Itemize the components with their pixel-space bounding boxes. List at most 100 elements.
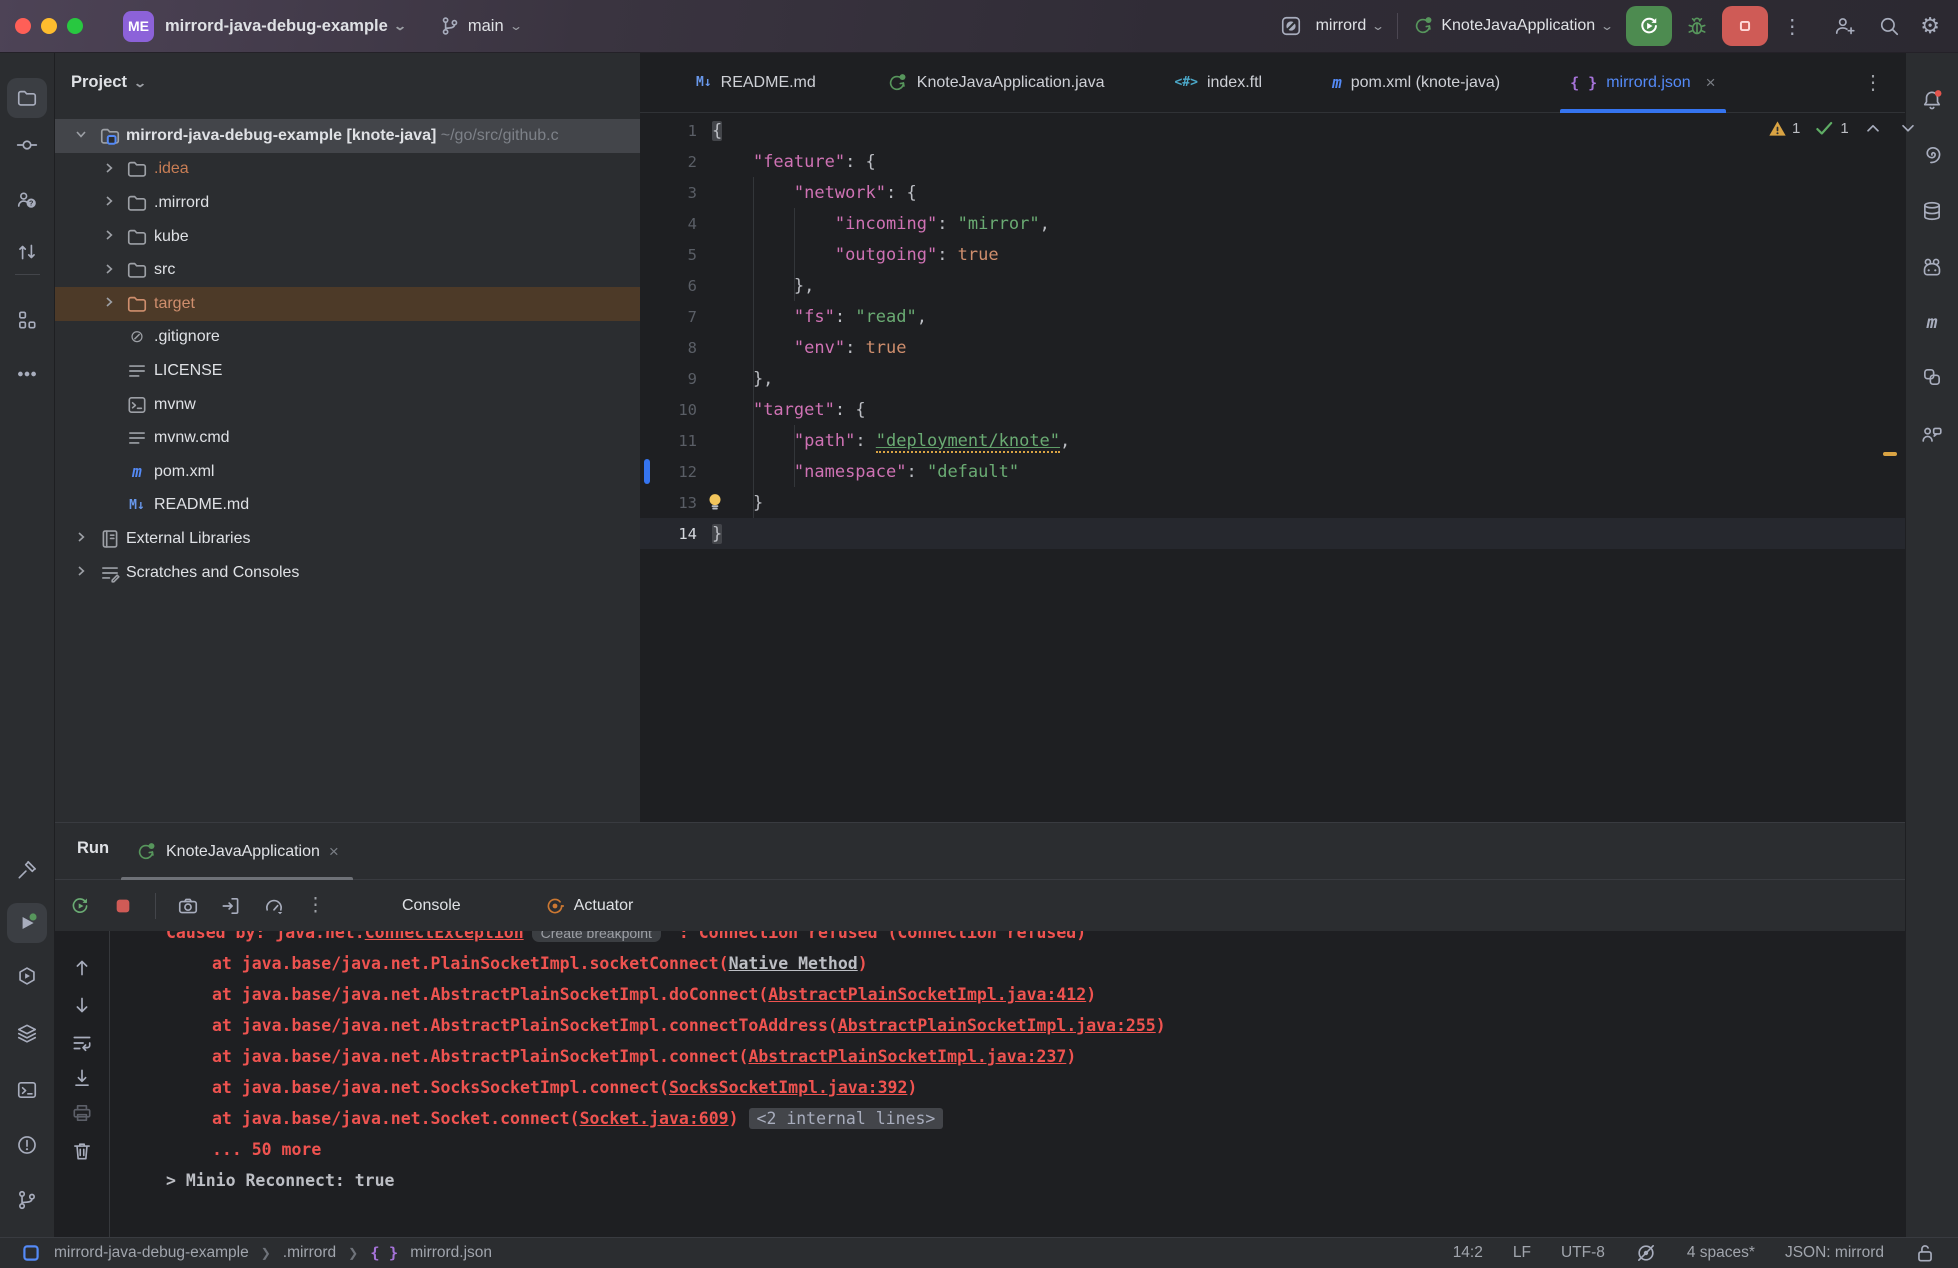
code-line-3[interactable]: 3 "network": {	[640, 177, 1905, 208]
console-line[interactable]: at java.base/java.net.AbstractPlainSocke…	[111, 1010, 1905, 1041]
problems-tool-button[interactable]	[7, 1125, 47, 1165]
chevron-right-icon[interactable]	[71, 529, 91, 548]
users-help-tool-button[interactable]: ?	[7, 180, 47, 220]
tree-item-readme-md[interactable]: M↓README.md	[55, 489, 640, 523]
rerun-run-icon[interactable]	[69, 895, 91, 917]
code-line-14[interactable]: 14}	[640, 518, 1905, 549]
console-line[interactable]: at java.base/java.net.SocksSocketImpl.co…	[111, 1072, 1905, 1103]
run-config-selector[interactable]: KnoteJavaApplication ⌄	[1412, 15, 1612, 37]
editor-tab-readme-md[interactable]: M↓README.md	[692, 53, 820, 113]
chevron-right-icon[interactable]	[99, 294, 119, 313]
console-line[interactable]: Caused by: java.net.ConnectExceptionCrea…	[111, 931, 1905, 948]
mirrord-disabled-icon[interactable]	[1635, 1242, 1657, 1264]
tab-options-icon[interactable]: ⋮	[1863, 70, 1883, 95]
mirrord-logo-icon[interactable]	[1280, 15, 1302, 37]
console-line[interactable]: at java.base/java.net.AbstractPlainSocke…	[111, 979, 1905, 1010]
build-hammer-tool-button[interactable]	[7, 850, 47, 890]
kebab-icon[interactable]: ⋮	[306, 894, 325, 917]
ai-swirl-tool-button[interactable]	[1912, 135, 1952, 175]
run-tab[interactable]: KnoteJavaApplication ×	[135, 823, 339, 880]
code-line-11[interactable]: 11 "path": "deployment/knote",	[640, 425, 1905, 456]
chevron-right-icon[interactable]	[99, 160, 119, 179]
status-indent-style[interactable]: 4 spaces*	[1687, 1244, 1755, 1262]
tree-item-mirrord-java-debug-example[interactable]: mirrord-java-debug-example [knote-java] …	[55, 119, 640, 153]
database-tool-button[interactable]	[1912, 191, 1952, 231]
rerun-button[interactable]	[1626, 6, 1672, 46]
camera-icon[interactable]	[177, 895, 199, 917]
chevron-down-icon[interactable]	[71, 126, 91, 145]
gauge-icon[interactable]	[263, 895, 285, 917]
console-line[interactable]: ... 50 more	[111, 1134, 1905, 1165]
structure-tool-button[interactable]	[7, 300, 47, 340]
tree-item-license[interactable]: LICENSE	[55, 354, 640, 388]
status-line-ending[interactable]: LF	[1513, 1244, 1531, 1262]
services-tool-button[interactable]	[7, 956, 47, 996]
scroll-end-icon[interactable]	[71, 1067, 93, 1089]
intention-bulb-icon[interactable]	[703, 490, 727, 519]
stack-trace-link[interactable]: SocksSocketImpl.java:392	[669, 1078, 907, 1097]
stack-trace-link[interactable]: Socket.java:609	[580, 1109, 729, 1128]
console-view-tab[interactable]: Console	[402, 897, 461, 915]
commit-tool-button[interactable]	[7, 125, 47, 165]
editor-tab-pom-xml-knote-java-[interactable]: mpom.xml (knote-java)	[1328, 53, 1504, 113]
editor-tab-index-ftl[interactable]: <#>index.ftl	[1170, 53, 1266, 113]
editor-tab-mirrord-json[interactable]: { }mirrord.json×	[1566, 53, 1720, 113]
soft-wrap-icon[interactable]	[71, 1032, 93, 1054]
minimize-window-button[interactable]	[41, 18, 57, 34]
close-icon[interactable]: ×	[329, 842, 339, 862]
stack-trace-link[interactable]: ConnectException	[365, 931, 524, 942]
pull-request-tool-button[interactable]	[7, 232, 47, 272]
chevron-right-icon[interactable]	[99, 193, 119, 212]
console-line[interactable]: at java.base/java.net.PlainSocketImpl.so…	[111, 948, 1905, 979]
breadcrumb-item[interactable]: .mirrord	[283, 1244, 336, 1262]
project-badge[interactable]: ME	[123, 11, 154, 42]
code-line-4[interactable]: 4 "incoming": "mirror",	[640, 208, 1905, 239]
debug-bug-icon[interactable]	[1686, 15, 1708, 37]
thread-dump-icon[interactable]	[220, 895, 242, 917]
code-line-5[interactable]: 5 "outgoing": true	[640, 239, 1905, 270]
terminal-tool-button[interactable]	[7, 1070, 47, 1110]
branch-selector[interactable]: main ⌄	[439, 15, 521, 37]
tree-item-mvnw[interactable]: mvnw	[55, 388, 640, 422]
project-selector[interactable]: mirrord-java-debug-example ⌄	[165, 17, 405, 36]
tree-item-external-libraries[interactable]: External Libraries	[55, 522, 640, 556]
settings-gear-icon[interactable]: ⚙	[1920, 13, 1940, 39]
stop-button[interactable]	[1722, 6, 1768, 46]
printer-icon[interactable]	[71, 1102, 93, 1124]
code-line-10[interactable]: 10 "target": {	[640, 394, 1905, 425]
stack-trace-link[interactable]: AbstractPlainSocketImpl.java:237	[748, 1047, 1066, 1066]
more-actions-icon[interactable]: ⋮	[1782, 14, 1802, 39]
tree-item-pom-xml[interactable]: mpom.xml	[55, 455, 640, 489]
breadcrumb-item[interactable]: mirrord-java-debug-example	[54, 1244, 249, 1262]
code-line-2[interactable]: 2 "feature": {	[640, 146, 1905, 177]
add-user-icon[interactable]	[1834, 15, 1856, 37]
close-icon[interactable]: ×	[1706, 73, 1716, 93]
stack-trace-link[interactable]: Native Method	[729, 954, 858, 973]
version-control-tool-button[interactable]	[7, 1180, 47, 1220]
internal-lines-badge[interactable]: <2 internal lines>	[749, 1108, 944, 1129]
tree-item-kube[interactable]: kube	[55, 220, 640, 254]
chevron-right-icon[interactable]	[99, 261, 119, 280]
code-line-6[interactable]: 6 },	[640, 270, 1905, 301]
code-line-9[interactable]: 9 },	[640, 363, 1905, 394]
maximize-window-button[interactable]	[67, 18, 83, 34]
run-tool-button[interactable]	[7, 903, 47, 943]
code-line-12[interactable]: 12 "namespace": "default"	[640, 456, 1905, 487]
code-line-7[interactable]: 7 "fs": "read",	[640, 301, 1905, 332]
knot-tool-button[interactable]	[1912, 357, 1952, 397]
code-editor[interactable]: 1{2 "feature": {3 "network": {4 "incomin…	[640, 113, 1905, 549]
stack-trace-link[interactable]: AbstractPlainSocketImpl.java:255	[838, 1016, 1156, 1035]
stack-trace-link[interactable]: AbstractPlainSocketImpl.java:412	[768, 985, 1086, 1004]
status-file-encoding[interactable]: UTF-8	[1561, 1244, 1605, 1262]
code-line-1[interactable]: 1{	[640, 115, 1905, 146]
mirrord-selector[interactable]: mirrord ⌄	[1316, 17, 1384, 35]
create-breakpoint-inlay[interactable]: Create breakpoint	[532, 931, 661, 942]
tree-item--mirrord[interactable]: .mirrord	[55, 186, 640, 220]
stop-run-icon[interactable]	[112, 895, 134, 917]
layers-tool-button[interactable]	[7, 1013, 47, 1053]
maven-tool-button[interactable]: m	[1912, 302, 1952, 342]
trash-icon[interactable]	[71, 1140, 93, 1162]
chevron-right-icon[interactable]	[71, 563, 91, 582]
arrow-up-icon[interactable]	[71, 957, 93, 979]
notifications-bell-tool-button[interactable]	[1912, 80, 1952, 120]
